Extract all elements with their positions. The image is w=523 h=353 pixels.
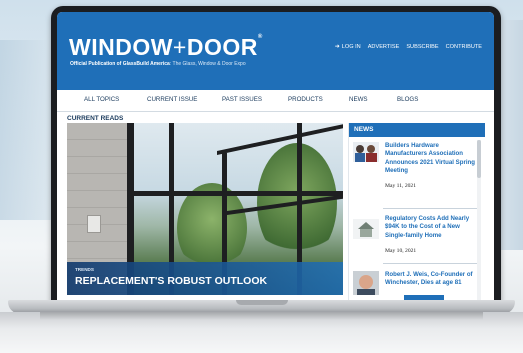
news-scrollbar-thumb[interactable] xyxy=(477,140,481,178)
logo-word-window: WINDOW xyxy=(69,34,173,60)
hero-title[interactable]: REPLACEMENT'S ROBUST OUTLOOK xyxy=(75,275,267,287)
tagline-rest: : The Glass, Window & Door Expo xyxy=(169,61,246,67)
news-divider xyxy=(383,208,481,209)
news-item-title[interactable]: Regulatory Costs Add Nearly $94K to the … xyxy=(385,215,481,240)
site-header: WINDOW+DOOR® Official Publication of Gla… xyxy=(57,12,494,90)
news-sidebar: NEWS Builders Hardware Manufacturers Ass… xyxy=(348,123,485,300)
news-item-title[interactable]: Robert J. Weis, Co-Founder of Winchester… xyxy=(385,271,481,288)
news-item-date: May 11, 2021 xyxy=(385,183,417,189)
news-thumbnail xyxy=(353,271,379,295)
news-item-date: May 10, 2021 xyxy=(385,248,417,254)
nav-products[interactable]: PRODUCTS xyxy=(288,96,323,103)
hero-image-light-switch xyxy=(87,215,101,233)
login-link[interactable]: ➜ LOG IN xyxy=(334,43,361,51)
hero-image-tree xyxy=(177,183,247,273)
tagline-bold: Official Publication of GlassBuild Ameri… xyxy=(70,61,170,67)
portrait-photo-icon xyxy=(353,271,379,295)
news-header: NEWS xyxy=(349,123,485,137)
people-photo-icon xyxy=(353,142,379,162)
news-item-title[interactable]: Builders Hardware Manufacturers Associat… xyxy=(385,142,481,176)
nav-blogs[interactable]: BLOGS xyxy=(397,96,418,103)
hero-kicker: TRENDS xyxy=(75,267,94,272)
site-tagline: Official Publication of GlassBuild Ameri… xyxy=(70,61,246,67)
house-photo-icon xyxy=(353,219,379,239)
news-thumbnail xyxy=(353,219,379,239)
news-scrollbar[interactable] xyxy=(477,140,481,300)
nav-past-issues[interactable]: PAST ISSUES xyxy=(222,96,262,103)
advertise-link[interactable]: ADVERTISE xyxy=(368,44,400,50)
laptop-deck-shadow xyxy=(40,312,483,320)
contribute-link[interactable]: CONTRIBUTE xyxy=(446,44,482,50)
news-thumbnail xyxy=(353,142,379,162)
laptop-screen: WINDOW+DOOR® Official Publication of Gla… xyxy=(57,12,494,300)
subscribe-link[interactable]: SUBSCRIBE xyxy=(406,44,438,50)
news-divider xyxy=(383,263,481,264)
nav-current-issue[interactable]: CURRENT ISSUE xyxy=(147,96,197,103)
logo-plus: + xyxy=(172,34,187,60)
hero-caption: TRENDS REPLACEMENT'S ROBUST OUTLOOK xyxy=(67,262,343,295)
nav-news[interactable]: NEWS xyxy=(349,96,368,103)
logo-word-door: DOOR xyxy=(186,34,258,60)
main-nav: ALL TOPICS CURRENT ISSUE PAST ISSUES PRO… xyxy=(57,90,494,112)
login-icon: ➜ xyxy=(334,44,340,50)
section-label-current-reads: CURRENT READS xyxy=(67,115,124,122)
news-header-label: NEWS xyxy=(354,126,374,133)
hero-feature[interactable]: TRENDS REPLACEMENT'S ROBUST OUTLOOK xyxy=(67,123,343,295)
laptop-base-notch xyxy=(236,300,288,305)
top-utility-nav: ➜ LOG IN ADVERTISE SUBSCRIBE CONTRIBUTE xyxy=(334,43,482,51)
login-label: LOG IN xyxy=(341,43,361,50)
logo-registered: ® xyxy=(257,34,263,40)
nav-all-topics[interactable]: ALL TOPICS xyxy=(84,96,119,103)
hero-window-frame xyxy=(127,191,343,196)
site-logo[interactable]: WINDOW+DOOR® xyxy=(69,34,263,61)
